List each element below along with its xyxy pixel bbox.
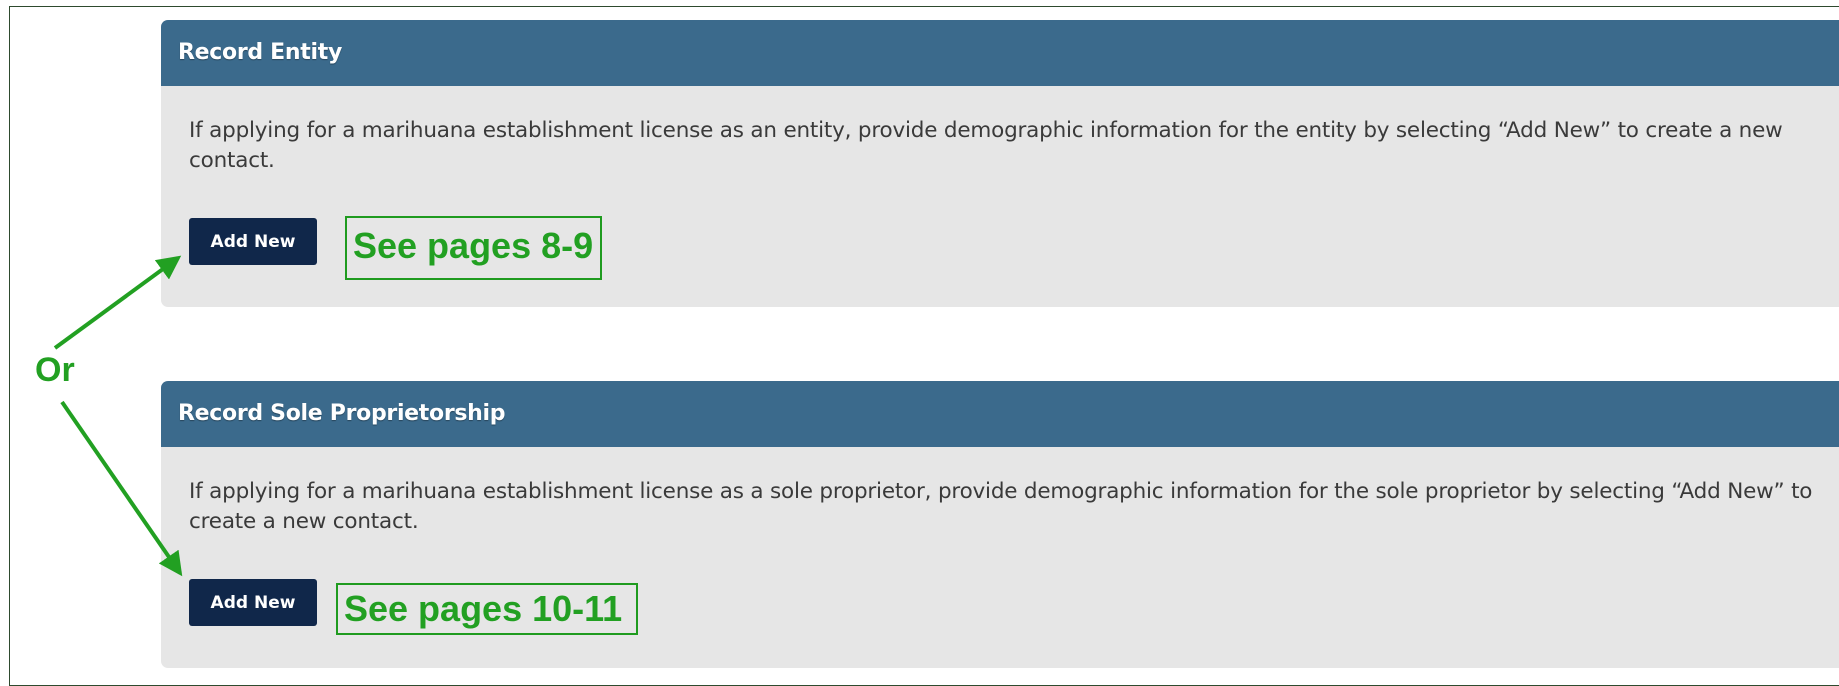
arrow-to-sole-add-new [60,400,183,577]
arrow-to-entity-add-new [53,255,182,350]
annotation-arrows [53,255,183,577]
